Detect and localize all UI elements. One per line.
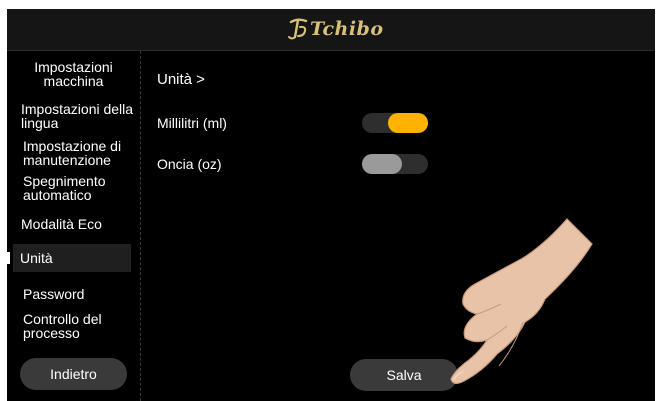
sidebar-item-process-control[interactable]: Controllo del processo xyxy=(23,312,123,340)
settings-sidebar: Impostazioni macchina Impostazioni della… xyxy=(7,51,141,401)
sidebar-item-auto-off[interactable]: Spegnimento automatico xyxy=(23,174,123,202)
header-bar: Tchibo xyxy=(7,9,655,51)
sidebar-item-language[interactable]: Impostazioni della lingua xyxy=(21,102,136,130)
sidebar-item-maintenance[interactable]: Impostazione di manutenzione xyxy=(23,139,138,167)
brand-wordmark: Tchibo xyxy=(310,18,384,40)
page-title: Unità > xyxy=(157,71,205,88)
sidebar-header: Impostazioni macchina xyxy=(34,59,113,89)
pointing-hand-icon xyxy=(450,218,593,385)
active-indicator xyxy=(7,252,10,264)
toggle-oz-knob xyxy=(362,154,402,174)
sidebar-item-units-label: Unità xyxy=(20,250,53,266)
sidebar-item-password[interactable]: Password xyxy=(23,287,84,301)
back-button[interactable]: Indietro xyxy=(20,358,127,390)
option-label-oz: Oncia (oz) xyxy=(157,156,222,172)
toggle-ml-knob xyxy=(388,113,428,133)
option-label-ml: Millilitri (ml) xyxy=(157,115,227,131)
machine-screen: Tchibo Impostazioni macchina Impostazion… xyxy=(7,9,655,401)
brand-mark-icon xyxy=(288,18,308,40)
sidebar-item-units[interactable]: Unità xyxy=(7,244,131,272)
toggle-ml[interactable] xyxy=(362,113,428,133)
tchibo-logo: Tchibo xyxy=(287,17,384,41)
toggle-oz[interactable] xyxy=(362,154,428,174)
sidebar-item-eco-mode[interactable]: Modalità Eco xyxy=(21,217,102,231)
